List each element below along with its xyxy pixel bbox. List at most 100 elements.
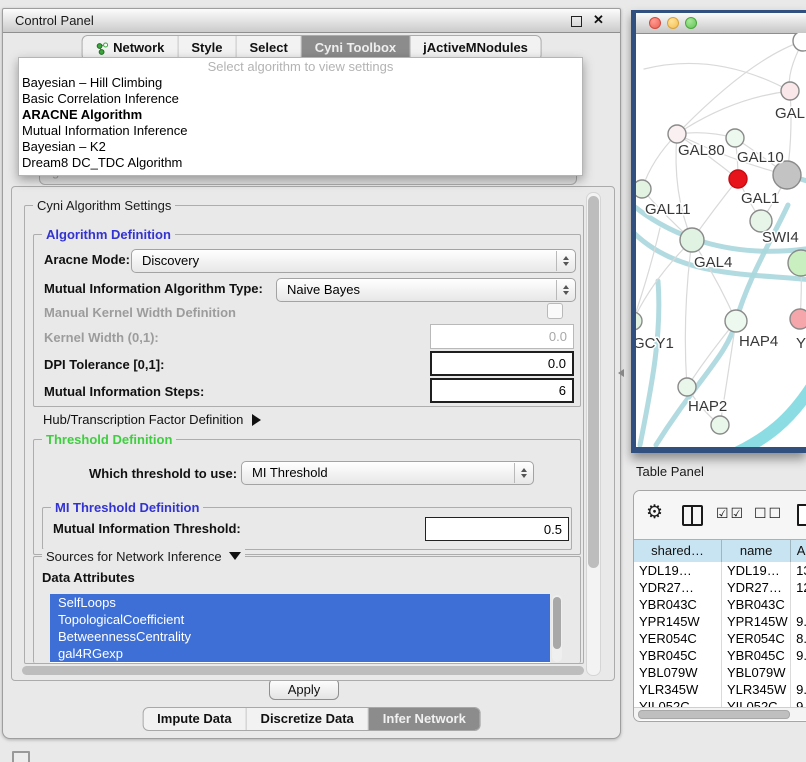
table-cell: YBL079W [634,664,722,681]
network-node[interactable] [668,125,686,143]
cyni-algorithm-settings-group: Cyni Algorithm Settings Algorithm Defini… [24,205,584,664]
table-row[interactable]: YBR043CYBR043C [634,596,806,613]
mi-algorithm-type-combobox[interactable]: Naive Bayes [276,278,576,302]
table-row[interactable]: YBR045CYBR045C9. [634,647,806,664]
network-node[interactable] [793,33,806,51]
mi-threshold-definition-title: MI Threshold Definition [51,500,203,515]
network-window-titlebar[interactable] [636,13,806,34]
column-header[interactable]: A [791,540,806,563]
table-h-scrollbar[interactable] [634,707,806,720]
splitter-handle[interactable] [618,369,624,377]
export-table-icon[interactable] [797,504,806,526]
table-cell: 12 [791,579,806,596]
table-row[interactable]: YER054CYER054C8. [634,630,806,647]
aracne-mode-combobox[interactable]: Discovery [131,249,576,273]
algorithm-option[interactable]: Bayesian – K2 [19,139,582,155]
horizontal-scrollbar[interactable] [22,666,584,675]
network-node[interactable] [729,170,747,188]
network-node[interactable] [678,378,696,396]
table-cell: 8. [791,630,806,647]
mini-window-icon[interactable] [12,751,30,762]
column-header[interactable]: shared… [634,540,722,563]
network-node[interactable] [790,309,806,329]
table-row[interactable]: YDL19…YDL19…13 [634,562,806,579]
split-columns-icon[interactable] [682,505,703,526]
table-h-scrollbar-thumb[interactable] [638,710,790,719]
threshold-definition-title: Threshold Definition [42,432,176,447]
network-edge [732,383,806,447]
table-row[interactable]: YIL052CYIL052C9. [634,698,806,707]
node-label: GAL1 [741,190,779,207]
node-label: GAL4 [694,254,732,271]
cyni-mode-tabs: Impute DataDiscretize DataInfer Network [142,707,481,731]
control-panel-titlebar[interactable]: Control Panel ✕ [3,9,620,33]
table-cell: YDL19… [722,562,791,579]
network-node[interactable] [725,310,747,332]
network-canvas[interactable]: GALGAL80GAL10GAL1GAL11SWI4GAL4GCY1HAP4YH… [636,33,806,447]
network-node[interactable] [636,180,651,198]
table-cell: YPR145W [634,613,722,630]
table-cell: YBR045C [634,647,722,664]
table-cell [791,596,806,613]
mi-threshold-field[interactable]: 0.5 [425,517,569,541]
table-cell: YER054C [722,630,791,647]
tab-impute-data[interactable]: Impute Data [143,708,246,730]
vertical-scrollbar[interactable] [586,192,601,676]
algorithm-option[interactable]: Basic Correlation Inference [19,91,582,107]
close-icon[interactable]: ✕ [593,12,604,28]
table-row[interactable]: YPR145WYPR145W9. [634,613,806,630]
sources-group-title[interactable]: Sources for Network Inference [42,549,245,564]
hub-definition-expander[interactable]: Hub/Transcription Factor Definition [43,412,261,427]
minimize-traffic-light-icon[interactable] [667,17,679,29]
mi-threshold-value: 0.5 [544,522,562,537]
network-node[interactable] [636,312,642,330]
tab-discretize-data[interactable]: Discretize Data [247,708,369,730]
algorithm-option-list: Bayesian – Hill ClimbingBasic Correlatio… [19,75,582,171]
attribute-item[interactable]: TopologicalCoefficient [50,611,550,628]
select-all-icon[interactable]: ☑☑ [716,505,745,522]
network-node[interactable] [680,228,704,252]
manual-kernel-width-label: Manual Kernel Width Definition [44,305,236,320]
which-threshold-combobox[interactable]: MI Threshold [241,461,534,485]
algorithm-option[interactable]: ARACNE Algorithm [19,107,582,123]
close-traffic-light-icon[interactable] [649,17,661,29]
network-node[interactable] [781,82,799,100]
algorithm-option[interactable]: Mutual Information Inference [19,123,582,139]
manual-kernel-width-checkbox[interactable] [547,303,563,319]
aracne-mode-label: Aracne Mode: [44,252,130,267]
float-window-icon[interactable] [571,16,582,27]
zoom-traffic-light-icon[interactable] [685,17,697,29]
apply-button[interactable]: Apply [269,678,339,700]
table-cell: YBR043C [634,596,722,613]
settings-gear-icon[interactable]: ⚙ [646,501,663,524]
table-row[interactable]: YBL079WYBL079W [634,664,806,681]
table-cell: YDR27… [722,579,791,596]
table-cell: YIL052C [634,698,722,707]
node-label: GAL80 [678,142,725,159]
attribute-item[interactable]: BetweennessCentrality [50,628,550,645]
stepper-icon [514,463,532,483]
vertical-scrollbar-thumb[interactable] [588,196,599,568]
dpi-tolerance-field[interactable]: 0.0 [430,351,574,376]
table-cell: 9. [791,647,806,664]
table-row[interactable]: YDR27…YDR27…12 [634,579,806,596]
node-label: HAP2 [688,398,727,415]
deselect-all-icon[interactable]: ☐☐ [754,505,783,522]
algorithm-option[interactable]: Bayesian – Hill Climbing [19,75,582,91]
algorithm-option[interactable]: Dream8 DC_TDC Algorithm [19,155,582,171]
kernel-width-field[interactable]: 0.0 [430,324,574,349]
mi-steps-field[interactable]: 6 [430,378,574,403]
attributes-list-scrollbar[interactable] [552,595,562,662]
network-node[interactable] [711,416,729,434]
network-node[interactable] [788,250,806,276]
attribute-item[interactable]: SelfLoops [50,594,550,611]
network-node[interactable] [726,129,744,147]
table-cell: YDR27… [634,579,722,596]
attribute-item[interactable]: gal4RGexp [50,645,550,662]
table-row[interactable]: YLR345WYLR345W9. [634,681,806,698]
desktop: Control Panel ✕ NetworkStyleSelectCyni T… [0,0,806,762]
network-window: GALGAL80GAL10GAL1GAL11SWI4GAL4GCY1HAP4YH… [631,10,806,453]
column-header[interactable]: name [722,540,791,563]
tab-infer-network[interactable]: Infer Network [369,708,480,730]
aracne-mode-value: Discovery [142,253,199,268]
